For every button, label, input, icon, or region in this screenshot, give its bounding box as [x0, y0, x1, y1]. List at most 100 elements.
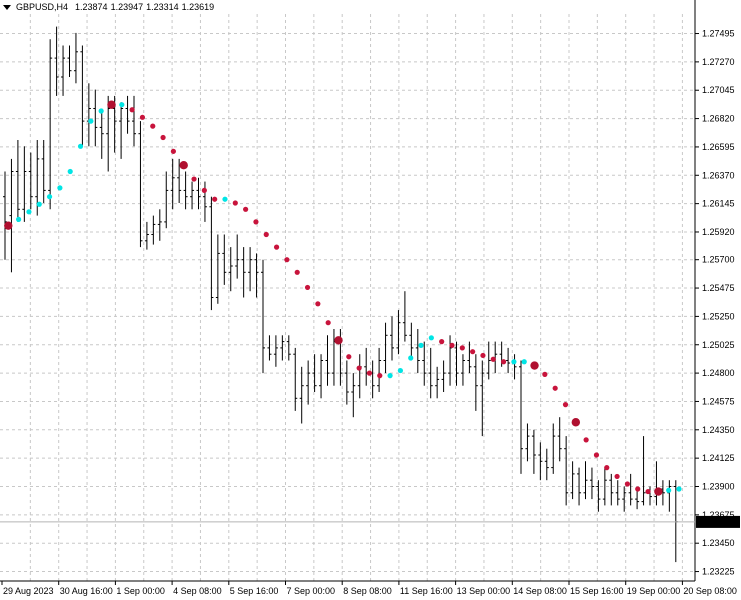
indicator-dot — [222, 196, 228, 202]
indicator-dot — [500, 359, 507, 365]
ohlc-bar — [609, 473, 614, 506]
indicator-dot — [253, 219, 259, 225]
time-label: 4 Sep 08:00 — [173, 586, 222, 596]
ohlc-bar — [544, 448, 549, 481]
indicator-dot — [593, 452, 600, 458]
ohlc-bar — [267, 335, 272, 361]
ohlc-high: 1.23947 — [110, 2, 144, 12]
indicator-dot — [284, 257, 290, 263]
ohlc-bar — [48, 39, 53, 210]
indicator-dot — [470, 349, 476, 355]
ohlc-bar — [641, 436, 646, 506]
indicator-dot — [232, 200, 238, 206]
indicator-dot — [170, 148, 176, 154]
price-label: 1.26595 — [702, 142, 735, 152]
ohlc-bar — [209, 196, 214, 311]
price-chart[interactable]: 1.27495 1.27270 1.27045 1.26820 1.26595 1.263… — [0, 0, 741, 600]
ohlc-bar — [570, 461, 575, 500]
turn-marker — [654, 487, 663, 496]
indicator-dot — [77, 143, 84, 149]
turn-marker — [179, 161, 188, 170]
ohlc-bar — [654, 461, 659, 506]
time-label: 7 Sep 00:00 — [287, 586, 336, 596]
indicator-dot — [325, 320, 331, 326]
price-label: 1.25700 — [702, 255, 735, 265]
ohlc-bar — [202, 181, 207, 222]
grid-lines — [0, 14, 695, 581]
indicator-dot — [521, 359, 527, 365]
indicator-dot — [428, 335, 434, 341]
time-label: 8 Sep 08:00 — [343, 586, 392, 596]
symbol-timeframe: GBPUSD,H4 — [16, 2, 69, 12]
indicator-dot — [243, 206, 249, 212]
ohlc-bar — [41, 140, 46, 203]
ohlc-bar — [370, 360, 375, 399]
indicator-dot — [583, 437, 589, 443]
indicator-dot — [150, 123, 156, 129]
price-label: 1.25920 — [702, 227, 735, 237]
time-label: 13 Sep 00:00 — [457, 586, 511, 596]
ohlc-low: 1.23314 — [146, 2, 179, 12]
ohlc-bar — [589, 467, 594, 500]
time-label: 5 Sep 16:00 — [230, 586, 279, 596]
time-label: 20 Sep 08:00 — [683, 586, 737, 596]
ohlc-close: 1.23619 — [181, 2, 215, 12]
ohlc-bar — [164, 171, 169, 229]
ohlc-bar — [519, 360, 523, 474]
ohlc-bar — [61, 45, 66, 96]
ohlc-bar — [331, 329, 336, 386]
time-label: 19 Sep 00:00 — [627, 586, 681, 596]
ohlc-bar — [241, 247, 246, 298]
ohlc-bar — [151, 215, 156, 245]
chart-header: GBPUSD,H4 1.23874 1.23947 1.23314 1.2361… — [3, 2, 214, 12]
time-label: 30 Aug 16:00 — [60, 586, 113, 596]
indicator-dot — [139, 114, 146, 120]
ohlc-bar — [512, 354, 517, 380]
ohlc-bar — [557, 417, 562, 462]
ohlc-bar — [215, 234, 220, 304]
indicator-dot — [387, 373, 393, 379]
current-price-marker: 1.23619 — [696, 515, 740, 528]
indicator-dot — [191, 176, 197, 182]
ohlc-bar — [273, 335, 278, 367]
chart-window[interactable]: 1.27495 1.27270 1.27045 1.26820 1.26595 1.263… — [0, 0, 741, 600]
indicator-dots — [4, 100, 682, 496]
ohlc-bar — [486, 341, 491, 380]
indicator-dot — [604, 465, 610, 471]
ohlc-bar — [138, 121, 143, 248]
indicator-dot — [459, 345, 465, 351]
ohlc-bar — [441, 360, 446, 392]
indicator-dot — [614, 473, 620, 480]
indicator-dot — [624, 481, 631, 487]
current-price-label: 1.23619 — [700, 517, 733, 527]
ohlc-bar — [254, 253, 259, 298]
ohlc-bar — [248, 247, 253, 292]
indicator-dot — [562, 402, 569, 408]
indicator-dot — [160, 134, 166, 141]
ohlc-bar — [615, 480, 620, 506]
indicator-dot — [397, 367, 404, 374]
indicator-dot — [36, 201, 42, 207]
ohlc-bar — [344, 360, 349, 405]
ohlc-bar — [390, 316, 394, 361]
indicator-dot — [418, 342, 424, 348]
indicator-dot — [346, 354, 352, 360]
ohlc-bar — [132, 95, 136, 147]
ohlc-bar — [351, 373, 356, 418]
ohlc-bar — [628, 473, 633, 506]
ohlc-bar — [235, 234, 240, 279]
ohlc-bar — [80, 45, 85, 147]
triangle-down-icon[interactable] — [3, 4, 11, 10]
indicator-dot — [201, 187, 207, 193]
ohlc-bar — [306, 360, 311, 405]
indicator-dot — [98, 108, 104, 114]
ohlc-bar — [119, 102, 124, 159]
price-label: 1.23450 — [702, 538, 735, 548]
time-label: 15 Sep 16:00 — [570, 586, 624, 596]
indicator-dot — [377, 373, 383, 379]
ohlc-bar — [157, 209, 162, 241]
ohlc-bar — [325, 335, 330, 386]
ohlc-bar — [190, 181, 195, 210]
ohlc-bar — [635, 489, 640, 510]
ohlc-bar — [3, 171, 7, 260]
